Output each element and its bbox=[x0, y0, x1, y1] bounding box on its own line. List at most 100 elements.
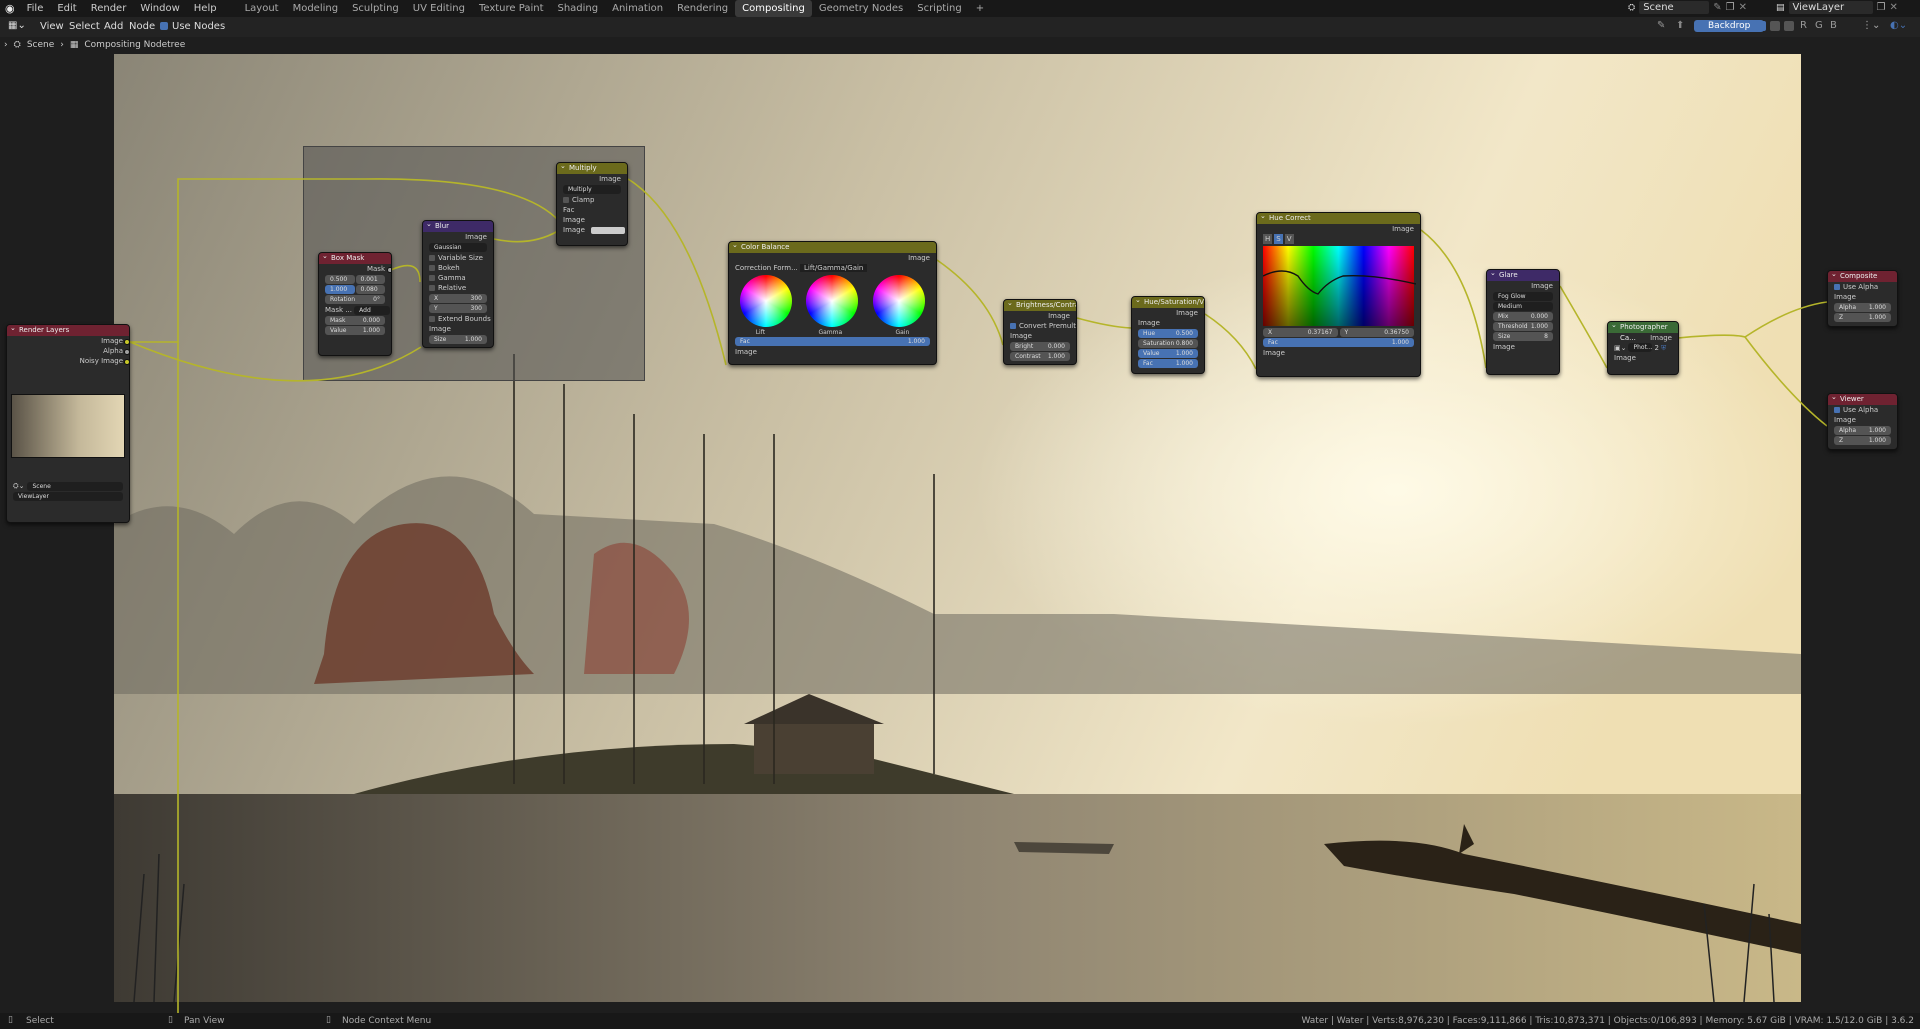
channel-b-button[interactable]: B bbox=[1830, 20, 1837, 31]
z-field[interactable]: Z 1.000 bbox=[1834, 313, 1891, 322]
tab-uv-editing[interactable]: UV Editing bbox=[406, 0, 472, 17]
z-field[interactable]: Z 1.000 bbox=[1834, 436, 1891, 445]
glare-node[interactable]: Glare Image Fog Glow Medium Mix0.000 Thr… bbox=[1486, 269, 1560, 375]
size-field[interactable]: Size 1.000 bbox=[429, 335, 487, 344]
hue-curve-graph[interactable] bbox=[1263, 246, 1416, 326]
tab-scripting[interactable]: Scripting bbox=[910, 0, 968, 17]
tab-s[interactable]: S bbox=[1274, 234, 1283, 244]
x-field[interactable]: X 300 bbox=[429, 294, 487, 303]
alpha-field[interactable]: Alpha 1.000 bbox=[1834, 426, 1891, 435]
gain-color-wheel[interactable] bbox=[872, 275, 925, 327]
photographer-camera-node[interactable]: Photographer Ca... Image ▣⌄ Phot... 2 ⛨ … bbox=[1607, 321, 1679, 375]
threshold-field[interactable]: Threshold 1.000 bbox=[1493, 322, 1553, 331]
close-viewlayer-icon[interactable]: ✕ bbox=[1889, 2, 1897, 13]
hue-saturation-value-node[interactable]: Hue/Saturation/Value Image Image Hue0.50… bbox=[1131, 296, 1205, 374]
color-balance-node[interactable]: Color Balance Image Correction Form... L… bbox=[728, 241, 937, 365]
channel-g-button[interactable]: G bbox=[1815, 20, 1823, 31]
alpha-field[interactable]: Alpha 1.000 bbox=[1834, 303, 1891, 312]
tab-modeling[interactable]: Modeling bbox=[286, 0, 346, 17]
bokeh-checkbox[interactable]: Bokeh bbox=[423, 263, 493, 273]
use-alpha-checkbox[interactable]: Use Alpha bbox=[1828, 405, 1897, 415]
quality-dropdown[interactable]: Medium bbox=[1493, 302, 1553, 311]
blur-type-dropdown[interactable]: Gaussian bbox=[429, 243, 487, 252]
x-field[interactable]: 0.500 bbox=[325, 275, 355, 284]
mask-type-row[interactable]: Mask ... Add bbox=[319, 305, 391, 315]
curve-y-field[interactable]: Y 0.36750 bbox=[1339, 328, 1414, 337]
node-header[interactable]: Hue/Saturation/Value bbox=[1132, 297, 1204, 308]
multiply-node[interactable]: Multiply Image Multiply Clamp Fac Image … bbox=[556, 162, 628, 246]
gamma-checkbox[interactable]: Gamma bbox=[423, 273, 493, 283]
composite-node[interactable]: Composite Use Alpha Image Alpha1.000 Z1.… bbox=[1827, 270, 1898, 327]
relative-checkbox[interactable]: Relative bbox=[423, 283, 493, 293]
height-field[interactable]: 0.080 bbox=[355, 285, 385, 294]
color-swatch[interactable] bbox=[590, 226, 625, 234]
tab-animation[interactable]: Animation bbox=[605, 0, 670, 17]
tab-shading[interactable]: Shading bbox=[550, 0, 605, 17]
node-header[interactable]: Photographer Ca... bbox=[1608, 322, 1678, 342]
gamma-color-wheel[interactable] bbox=[806, 275, 859, 327]
pin-icon[interactable]: ✎ bbox=[1713, 2, 1721, 13]
parent-node-icon[interactable]: ⬆ bbox=[1676, 20, 1684, 31]
variable-size-checkbox[interactable]: Variable Size bbox=[423, 253, 493, 263]
brightness-contrast-node[interactable]: Brightness/Contrast Image Convert Premul… bbox=[1003, 299, 1077, 365]
saturation-field[interactable]: Saturation 0.800 bbox=[1138, 339, 1198, 348]
contrast-field[interactable]: Contrast 1.000 bbox=[1010, 352, 1070, 361]
node-header[interactable]: Viewer bbox=[1828, 394, 1897, 405]
menu-render[interactable]: Render bbox=[84, 0, 134, 17]
scene-selector-icon[interactable]: ⛭⌄ bbox=[13, 482, 24, 491]
node-header[interactable]: Box Mask bbox=[319, 253, 391, 264]
lift-color-wheel[interactable] bbox=[740, 275, 793, 327]
socket[interactable] bbox=[387, 267, 391, 273]
camera-icon[interactable]: ▣⌄ bbox=[1614, 343, 1626, 353]
y-field[interactable]: Y 300 bbox=[429, 304, 487, 313]
blend-mode-dropdown[interactable]: Multiply bbox=[563, 185, 621, 194]
menu-file[interactable]: File bbox=[20, 0, 51, 17]
correction-formula-row[interactable]: Correction Form... Lift/Gamma/Gain bbox=[729, 263, 936, 273]
new-scene-icon[interactable]: ❐ bbox=[1726, 2, 1735, 13]
viewlayer-icon[interactable]: ▤ bbox=[1776, 3, 1785, 13]
node-editor-canvas[interactable]: › ⛭ Scene › ▦ Compositing Nodetree ⌄ Ren… bbox=[0, 37, 1920, 1013]
socket[interactable] bbox=[124, 349, 129, 355]
premultiplied-checkbox[interactable]: Convert Premultip... bbox=[1004, 321, 1076, 331]
node-header[interactable]: Multiply bbox=[557, 163, 627, 174]
value-field[interactable]: Value 1.000 bbox=[1138, 349, 1198, 358]
hue-correct-node[interactable]: Hue Correct Image H S V X0.37167 Y0.3675… bbox=[1256, 212, 1421, 377]
backdrop-checker-icon[interactable] bbox=[1784, 21, 1794, 31]
node-menu[interactable]: Node bbox=[129, 21, 155, 32]
socket[interactable] bbox=[124, 339, 129, 345]
menu-edit[interactable]: Edit bbox=[50, 0, 83, 17]
blur-node[interactable]: Blur Image Gaussian Variable Size Bokeh … bbox=[422, 220, 494, 348]
backdrop-color-icon[interactable] bbox=[1756, 21, 1766, 31]
select-menu[interactable]: Select bbox=[69, 21, 100, 32]
tab-rendering[interactable]: Rendering bbox=[670, 0, 735, 17]
extend-bounds-checkbox[interactable]: Extend Bounds bbox=[423, 314, 493, 324]
socket[interactable] bbox=[124, 359, 129, 365]
add-menu[interactable]: Add bbox=[104, 21, 123, 32]
tab-compositing[interactable]: Compositing bbox=[735, 0, 812, 17]
scene-field[interactable]: Scene bbox=[27, 482, 123, 491]
tab-geometry-nodes[interactable]: Geometry Nodes bbox=[812, 0, 910, 17]
fac-field[interactable]: Fac 1.000 bbox=[1263, 338, 1414, 347]
close-icon[interactable]: ✕ bbox=[1739, 2, 1747, 13]
shield-icon[interactable]: ⛨ bbox=[1661, 343, 1666, 353]
viewer-node[interactable]: Viewer Use Alpha Image Alpha1.000 Z1.000 bbox=[1827, 393, 1898, 450]
y-field[interactable]: 0.001 bbox=[355, 275, 385, 284]
collapse-arrow-icon[interactable]: › bbox=[4, 40, 8, 50]
fac-field[interactable]: Fac 1.000 bbox=[735, 337, 930, 346]
mix-field[interactable]: Mix 0.000 bbox=[1493, 312, 1553, 321]
render-layers-node[interactable]: Render Layers Image Alpha Noisy Image ⛭⌄… bbox=[6, 324, 130, 523]
node-header[interactable]: Brightness/Contrast bbox=[1004, 300, 1076, 311]
scene-icon[interactable]: ⛭ bbox=[1628, 3, 1635, 13]
mask-input-field[interactable]: Mask 0.000 bbox=[325, 316, 385, 325]
add-workspace-button[interactable]: + bbox=[969, 0, 991, 17]
channel-r-button[interactable]: R bbox=[1800, 20, 1807, 31]
viewlayer-dropdown[interactable]: ViewLayer bbox=[13, 492, 123, 501]
hue-field[interactable]: Hue 0.500 bbox=[1138, 329, 1198, 338]
glare-type-dropdown[interactable]: Fog Glow bbox=[1493, 292, 1553, 301]
tab-layout[interactable]: Layout bbox=[238, 0, 286, 17]
curve-x-field[interactable]: X 0.37167 bbox=[1263, 328, 1338, 337]
size-field[interactable]: Size 8 bbox=[1493, 332, 1553, 341]
scene-field[interactable]: Scene bbox=[1639, 1, 1710, 14]
node-header[interactable]: Glare bbox=[1487, 270, 1559, 281]
clamp-checkbox[interactable]: Clamp bbox=[557, 195, 627, 205]
